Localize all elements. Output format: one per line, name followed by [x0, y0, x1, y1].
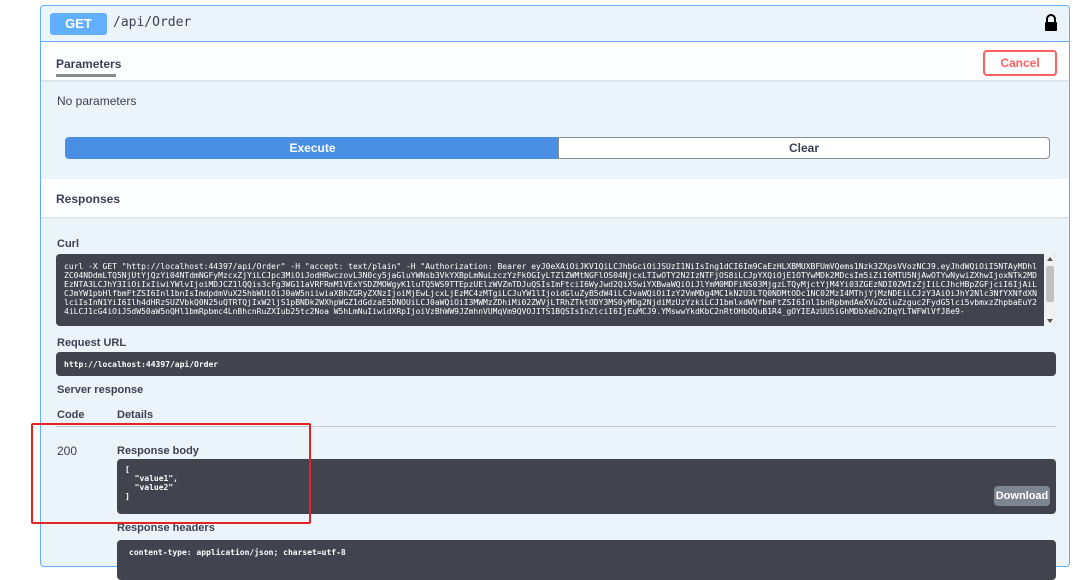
code-column-header: Code: [57, 409, 85, 421]
request-url-text: http://localhost:44397/api/Order: [64, 360, 219, 369]
curl-command-box[interactable]: curl -X GET "http://localhost:44397/api/…: [56, 254, 1056, 326]
responses-title: Responses: [56, 192, 121, 206]
curl-scrollbar[interactable]: [1044, 254, 1056, 326]
scroll-up-arrow-icon[interactable]: [1047, 257, 1053, 261]
method-badge: GET: [50, 13, 107, 35]
request-url-label: Request URL: [57, 337, 127, 349]
scroll-down-arrow-icon[interactable]: [1047, 319, 1053, 323]
no-parameters-text: No parameters: [57, 94, 137, 108]
details-column-header: Details: [117, 409, 154, 421]
parameters-header: Parameters Cancel: [41, 42, 1069, 80]
curl-label: Curl: [57, 238, 79, 250]
highlight-annotation-box: [31, 423, 311, 524]
server-response-label: Server response: [57, 384, 144, 396]
response-headers-box: content-type: application/json; charset=…: [117, 540, 1056, 580]
scrollbar-thumb[interactable]: [1046, 266, 1054, 302]
lock-icon[interactable]: [1043, 14, 1059, 32]
operation-summary[interactable]: GET /api/Order: [41, 6, 1069, 42]
cancel-button[interactable]: Cancel: [983, 50, 1057, 76]
curl-command-text: curl -X GET "http://localhost:44397/api/…: [64, 262, 1037, 316]
endpoint-path: /api/Order: [113, 15, 192, 30]
clear-button[interactable]: Clear: [558, 137, 1050, 159]
parameters-tab-underline: [56, 74, 116, 77]
request-url-box: http://localhost:44397/api/Order: [56, 352, 1056, 376]
responses-header: Responses: [41, 179, 1069, 217]
download-button[interactable]: Download: [994, 486, 1050, 506]
execute-button[interactable]: Execute: [65, 137, 560, 159]
parameters-title: Parameters: [56, 57, 122, 71]
response-headers-text: content-type: application/json; charset=…: [129, 548, 346, 557]
